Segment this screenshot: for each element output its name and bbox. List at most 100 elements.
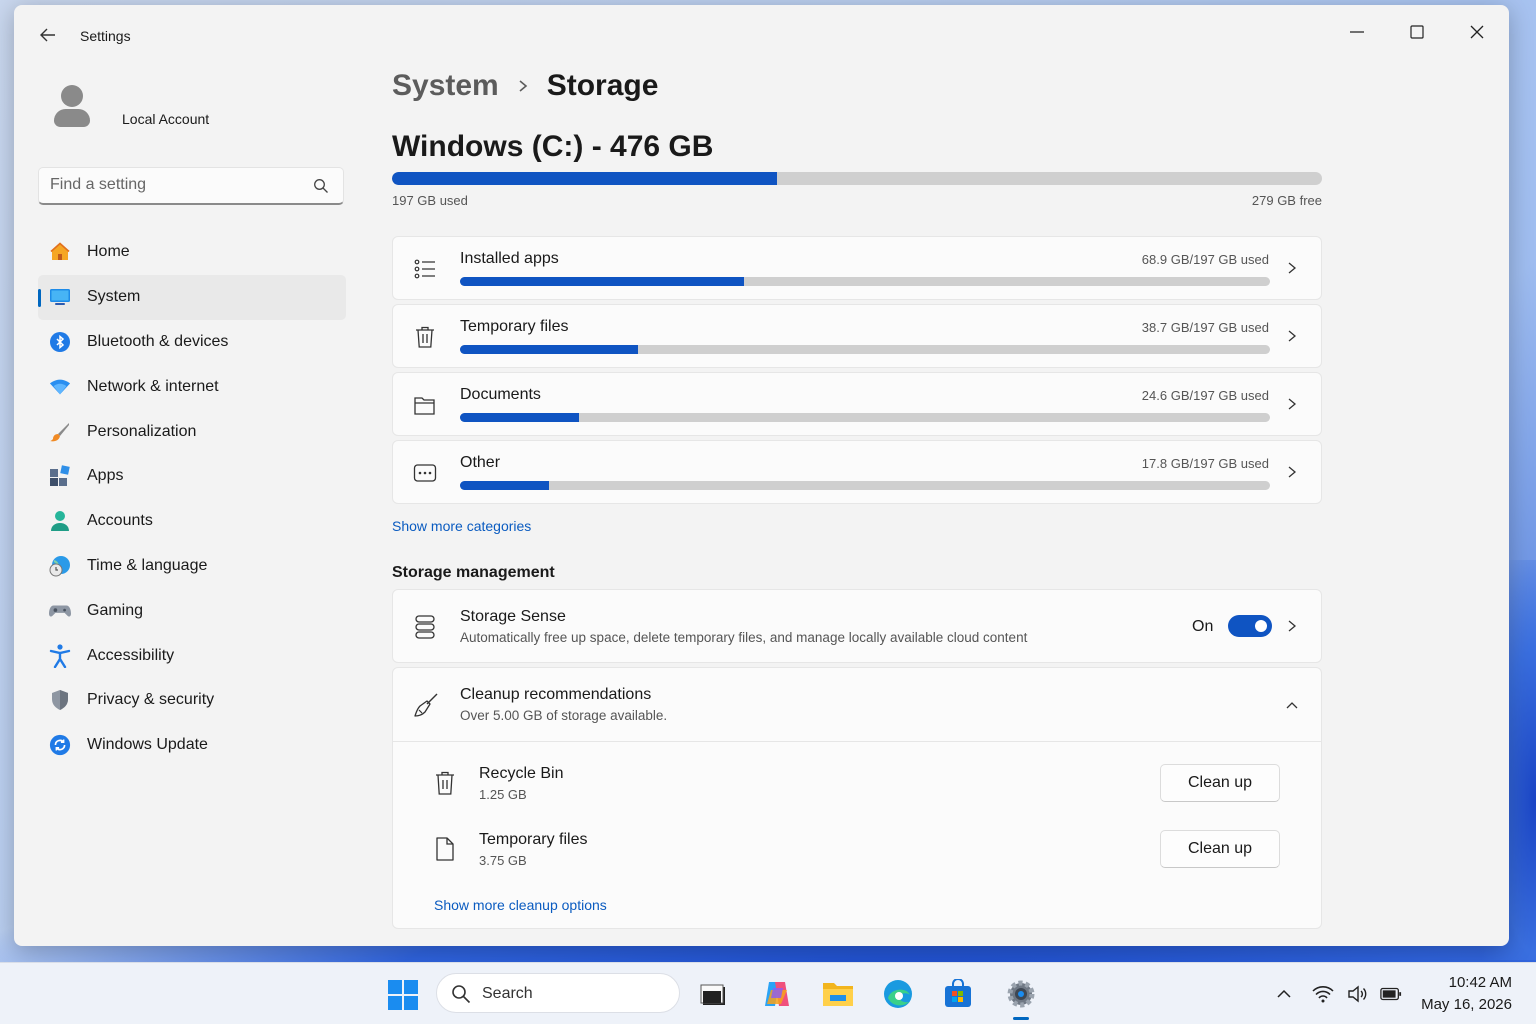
clean-up-button[interactable]: Clean up — [1160, 830, 1280, 868]
category-documents[interactable]: Documents 24.6 GB/197 GB used — [392, 372, 1322, 436]
accessibility-icon — [49, 643, 71, 668]
copilot-button[interactable] — [761, 978, 793, 1010]
breadcrumb: System Storage — [392, 69, 658, 103]
sidebar-item-time-language[interactable]: Time & language — [38, 544, 346, 589]
sidebar-item-accounts[interactable]: Accounts — [38, 499, 346, 544]
sidebar-item-network[interactable]: Network & internet — [38, 364, 346, 409]
minimize-icon — [1350, 31, 1364, 33]
section-title-storage-management: Storage management — [392, 564, 555, 581]
task-view-button[interactable] — [697, 978, 729, 1010]
close-icon — [1470, 25, 1484, 39]
cleanup-title: Cleanup recommendations — [460, 686, 652, 703]
close-button[interactable] — [1454, 15, 1500, 49]
category-temporary-files[interactable]: Temporary files 38.7 GB/197 GB used — [392, 304, 1322, 368]
sidebar-item-home[interactable]: Home — [38, 230, 346, 275]
globe-clock-icon — [49, 555, 71, 577]
category-size: 68.9 GB/197 GB used — [1141, 252, 1269, 267]
search-input[interactable] — [50, 176, 300, 194]
sidebar-item-label: Network & internet — [87, 377, 219, 395]
storage-sense-title: Storage Sense — [460, 608, 566, 625]
cleanup-item-name: Recycle Bin — [479, 765, 564, 782]
sidebar-item-label: Home — [87, 243, 130, 261]
sidebar-item-system[interactable]: System — [38, 274, 346, 320]
file-icon — [436, 837, 454, 861]
clean-up-button[interactable]: Clean up — [1160, 764, 1280, 802]
volume-tray-button[interactable] — [1347, 983, 1369, 1005]
sidebar-item-privacy[interactable]: Privacy & security — [38, 678, 346, 723]
gamepad-icon — [49, 600, 71, 622]
drive-title: Windows (C:) - 476 GB — [392, 130, 714, 163]
sidebar-item-bluetooth[interactable]: Bluetooth & devices — [38, 320, 346, 365]
maximize-icon — [1410, 25, 1424, 39]
category-name: Temporary files — [460, 318, 569, 335]
bluetooth-icon — [49, 331, 71, 353]
drive-free-label: 279 GB free — [1251, 193, 1322, 208]
breadcrumb-parent[interactable]: System — [392, 69, 499, 103]
storage-sense-toggle[interactable] — [1228, 615, 1272, 637]
cleanup-item-size: 1.25 GB — [479, 787, 527, 802]
sidebar-item-label: System — [87, 288, 141, 306]
back-button[interactable] — [38, 25, 60, 47]
storage-sense-state: On — [1192, 618, 1214, 635]
category-usage-bar — [460, 345, 1270, 354]
maximize-button[interactable] — [1394, 15, 1440, 49]
cleanup-item-name: Temporary files — [479, 831, 588, 848]
chevron-right-icon — [1288, 398, 1297, 410]
chevron-up-icon — [1277, 989, 1291, 998]
clock-date[interactable]: May 16, 2026 — [1421, 996, 1512, 1013]
trash-icon — [416, 326, 434, 348]
arrow-left-icon — [40, 28, 55, 42]
battery-tray-button[interactable] — [1380, 983, 1402, 1005]
sidebar-item-personalization[interactable]: Personalization — [38, 409, 346, 454]
drive-usage-bar — [392, 172, 1322, 185]
wifi-icon — [49, 376, 71, 398]
sidebar-item-gaming[interactable]: Gaming — [38, 588, 346, 633]
brush-icon — [49, 421, 71, 443]
chevron-right-icon — [1288, 466, 1297, 478]
show-more-categories-link[interactable]: Show more categories — [392, 518, 531, 534]
sidebar-item-accessibility[interactable]: Accessibility — [38, 633, 346, 678]
sidebar-item-label: Personalization — [87, 422, 197, 440]
sidebar-item-apps[interactable]: Apps — [38, 454, 346, 499]
cleanup-recommendations-header[interactable]: Cleanup recommendations Over 5.00 GB of … — [393, 668, 1321, 742]
chevron-up-icon — [1286, 702, 1298, 709]
account-name: Local Account — [122, 111, 210, 127]
edge-button[interactable] — [882, 978, 914, 1010]
store-button[interactable] — [942, 978, 974, 1010]
chevron-right-icon — [1288, 620, 1297, 632]
sidebar-item-label: Time & language — [87, 556, 208, 574]
minimize-button[interactable] — [1334, 15, 1380, 49]
start-button[interactable] — [388, 980, 418, 1010]
category-usage-fill — [460, 345, 639, 354]
category-size: 17.8 GB/197 GB used — [1141, 456, 1269, 471]
category-size: 38.7 GB/197 GB used — [1141, 320, 1269, 335]
home-icon — [49, 241, 71, 263]
show-more-cleanup-options-link[interactable]: Show more cleanup options — [434, 897, 607, 913]
update-icon — [49, 734, 71, 756]
category-installed-apps[interactable]: Installed apps 68.9 GB/197 GB used — [392, 236, 1322, 300]
wifi-icon — [1312, 986, 1334, 1003]
category-size: 24.6 GB/197 GB used — [1141, 388, 1269, 403]
storage-sense-card[interactable]: Storage Sense Automatically free up spac… — [392, 589, 1322, 663]
settings-button[interactable] — [1005, 978, 1037, 1010]
show-hidden-icons-button[interactable] — [1273, 983, 1295, 1005]
store-icon — [945, 979, 971, 1007]
clock-time[interactable]: 10:42 AM — [1449, 974, 1512, 991]
sidebar-item-label: Accounts — [87, 512, 153, 530]
settings-window: Settings Local Account Home System — [14, 5, 1509, 946]
sidebar-item-windows-update[interactable]: Windows Update — [38, 723, 346, 768]
chevron-right-icon — [1288, 262, 1297, 274]
cleanup-item-size: 3.75 GB — [479, 853, 527, 868]
category-usage-bar — [460, 413, 1270, 422]
category-usage-fill — [460, 481, 550, 490]
app-title: Settings — [80, 28, 131, 44]
search-box[interactable] — [38, 167, 344, 205]
file-explorer-icon — [823, 983, 853, 1006]
category-other[interactable]: Other 17.8 GB/197 GB used — [392, 440, 1322, 504]
network-tray-button[interactable] — [1312, 983, 1334, 1005]
cleanup-item-temporary-files: Temporary files 3.75 GB Clean up — [393, 824, 1321, 884]
taskbar-search[interactable]: Search — [436, 973, 680, 1013]
sidebar-item-label: Bluetooth & devices — [87, 332, 229, 350]
file-explorer-button[interactable] — [822, 978, 854, 1010]
shield-icon — [49, 689, 71, 711]
